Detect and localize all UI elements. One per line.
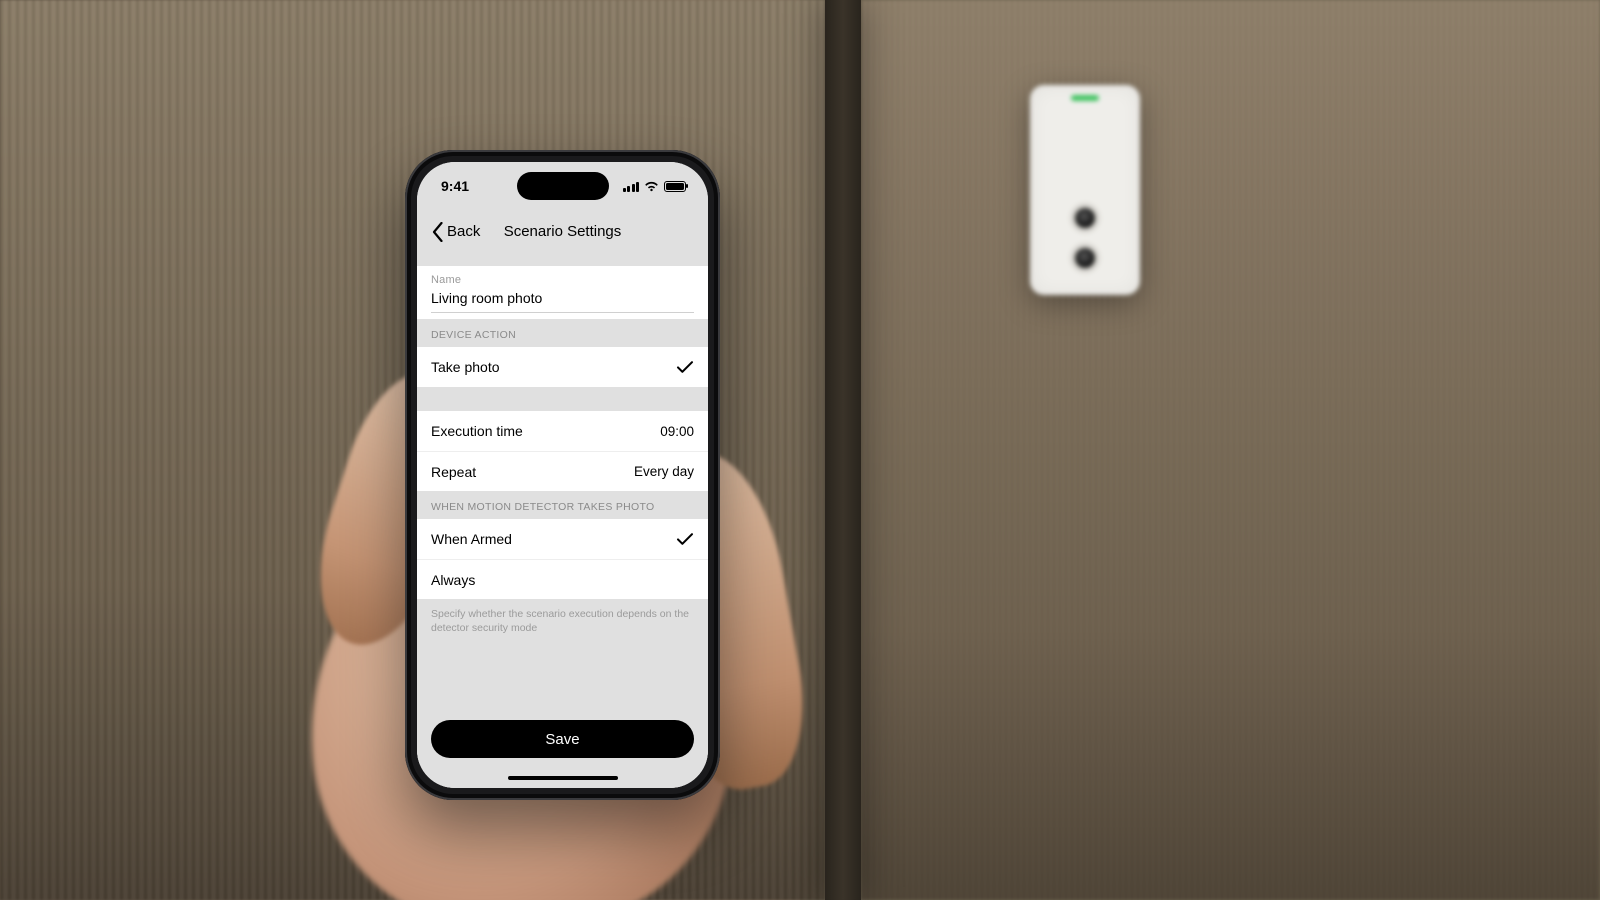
content-area: Name DEVICE ACTION Take photo bbox=[417, 254, 708, 788]
always-label: Always bbox=[431, 572, 475, 588]
execution-time-label: Execution time bbox=[431, 423, 523, 439]
repeat-label: Repeat bbox=[431, 464, 476, 480]
name-input[interactable] bbox=[431, 286, 694, 313]
photo-mode-header: WHEN MOTION DETECTOR TAKES PHOTO bbox=[417, 491, 708, 519]
wall-right bbox=[861, 0, 1600, 900]
scene-background: 9:41 Back bbox=[0, 0, 1600, 900]
name-card: Name bbox=[417, 266, 708, 319]
check-icon bbox=[676, 360, 694, 374]
nav-bar: Back Scenario Settings bbox=[417, 210, 708, 254]
check-icon bbox=[676, 532, 694, 546]
repeat-row[interactable]: Repeat Every day bbox=[417, 451, 708, 491]
photo-mode-always[interactable]: Always bbox=[417, 559, 708, 599]
battery-icon bbox=[664, 181, 686, 192]
name-label: Name bbox=[431, 274, 694, 286]
device-action-label: Take photo bbox=[431, 359, 500, 375]
device-action-list: Take photo bbox=[417, 347, 708, 387]
back-label: Back bbox=[447, 223, 480, 240]
status-time: 9:41 bbox=[441, 178, 469, 194]
door-edge bbox=[825, 0, 861, 900]
save-button[interactable]: Save bbox=[431, 720, 694, 758]
back-button[interactable]: Back bbox=[425, 210, 486, 253]
dynamic-island bbox=[517, 172, 609, 200]
photo-mode-hint: Specify whether the scenario execution d… bbox=[417, 599, 708, 635]
photo-mode-list: When Armed Always bbox=[417, 519, 708, 599]
when-armed-label: When Armed bbox=[431, 531, 512, 547]
save-area: Save bbox=[417, 720, 708, 788]
repeat-value: Every day bbox=[634, 464, 694, 479]
device-action-take-photo[interactable]: Take photo bbox=[417, 347, 708, 387]
chevron-left-icon bbox=[431, 222, 445, 242]
photo-mode-when-armed[interactable]: When Armed bbox=[417, 519, 708, 559]
wifi-icon bbox=[644, 181, 659, 192]
phone-screen: 9:41 Back bbox=[417, 162, 708, 788]
page-title: Scenario Settings bbox=[504, 223, 622, 240]
schedule-list: Execution time 09:00 Repeat Every day bbox=[417, 411, 708, 491]
motion-sensor-device bbox=[1030, 85, 1140, 295]
execution-time-value: 09:00 bbox=[660, 424, 694, 439]
device-action-header: DEVICE ACTION bbox=[417, 319, 708, 347]
home-indicator bbox=[508, 776, 618, 781]
execution-time-row[interactable]: Execution time 09:00 bbox=[417, 411, 708, 451]
phone-frame: 9:41 Back bbox=[405, 150, 720, 800]
cellular-icon bbox=[623, 181, 640, 192]
